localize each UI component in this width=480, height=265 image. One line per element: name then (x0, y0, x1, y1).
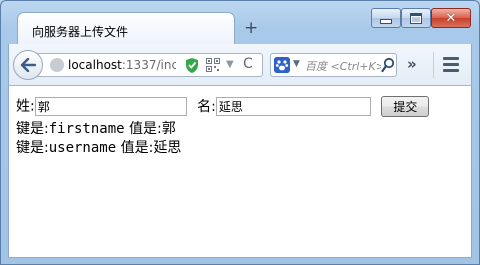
toolbar-separator (433, 52, 434, 78)
browser-tab[interactable]: 向服务器上传文件 (17, 12, 235, 44)
address-bar[interactable]: localhost:1337/inc ▼ C (35, 53, 263, 77)
search-engine-dropdown-icon[interactable]: ▼ (293, 59, 300, 69)
close-button[interactable]: ✕ (431, 8, 471, 28)
baidu-paw-icon (274, 57, 290, 73)
search-placeholder: 百度 <Ctrl+K> (305, 60, 381, 73)
back-button[interactable] (13, 50, 43, 80)
result-value: 郭 (161, 121, 176, 137)
page-content: 姓: 名: 提交 键是:firstname 值是:郭 键是:username 值… (8, 86, 472, 258)
overflow-chevron-icon[interactable]: » (407, 55, 417, 73)
submit-button[interactable]: 提交 (381, 96, 430, 117)
url-host: localhost (68, 58, 122, 72)
navigation-toolbar: localhost:1337/inc ▼ C ▼ 百度 <Ctrl+K> » (8, 44, 472, 86)
dropdown-arrow-icon[interactable]: ▼ (226, 59, 234, 70)
result-line-username: 键是:username 值是:延思 (16, 139, 181, 157)
minimize-icon (380, 18, 392, 24)
maximize-button[interactable] (401, 8, 431, 28)
shield-icon[interactable] (185, 57, 199, 74)
back-arrow-icon (20, 58, 36, 72)
firstname-input[interactable] (34, 97, 187, 116)
search-box[interactable]: ▼ 百度 <Ctrl+K> (270, 53, 397, 77)
firstname-label: 姓: (16, 98, 35, 115)
value-prefix: 值是: (124, 121, 162, 137)
maximize-icon (410, 12, 422, 24)
key-prefix: 键是: (16, 140, 49, 156)
new-tab-button[interactable]: + (244, 20, 258, 37)
minimize-button[interactable] (371, 8, 401, 28)
result-line-firstname: 键是:firstname 值是:郭 (16, 120, 176, 138)
globe-icon (50, 58, 64, 72)
username-input[interactable] (215, 97, 371, 116)
close-icon: ✕ (445, 10, 457, 26)
key-prefix: 键是: (16, 121, 49, 137)
value-prefix: 值是: (116, 140, 154, 156)
qr-code-icon[interactable] (206, 58, 220, 72)
result-key: username (48, 140, 117, 156)
reload-icon[interactable]: C (243, 56, 253, 72)
tab-title: 向服务器上传文件 (32, 25, 129, 39)
result-value: 延思 (153, 140, 182, 156)
username-label: 名: (197, 98, 216, 115)
upload-form: 姓: 名: 提交 (16, 96, 430, 117)
result-key: firstname (48, 121, 125, 137)
hamburger-menu-icon[interactable] (443, 57, 459, 75)
search-icon[interactable] (381, 57, 395, 73)
url-text: localhost:1337/inc (68, 58, 176, 72)
url-path: :1337/inc (121, 58, 176, 72)
